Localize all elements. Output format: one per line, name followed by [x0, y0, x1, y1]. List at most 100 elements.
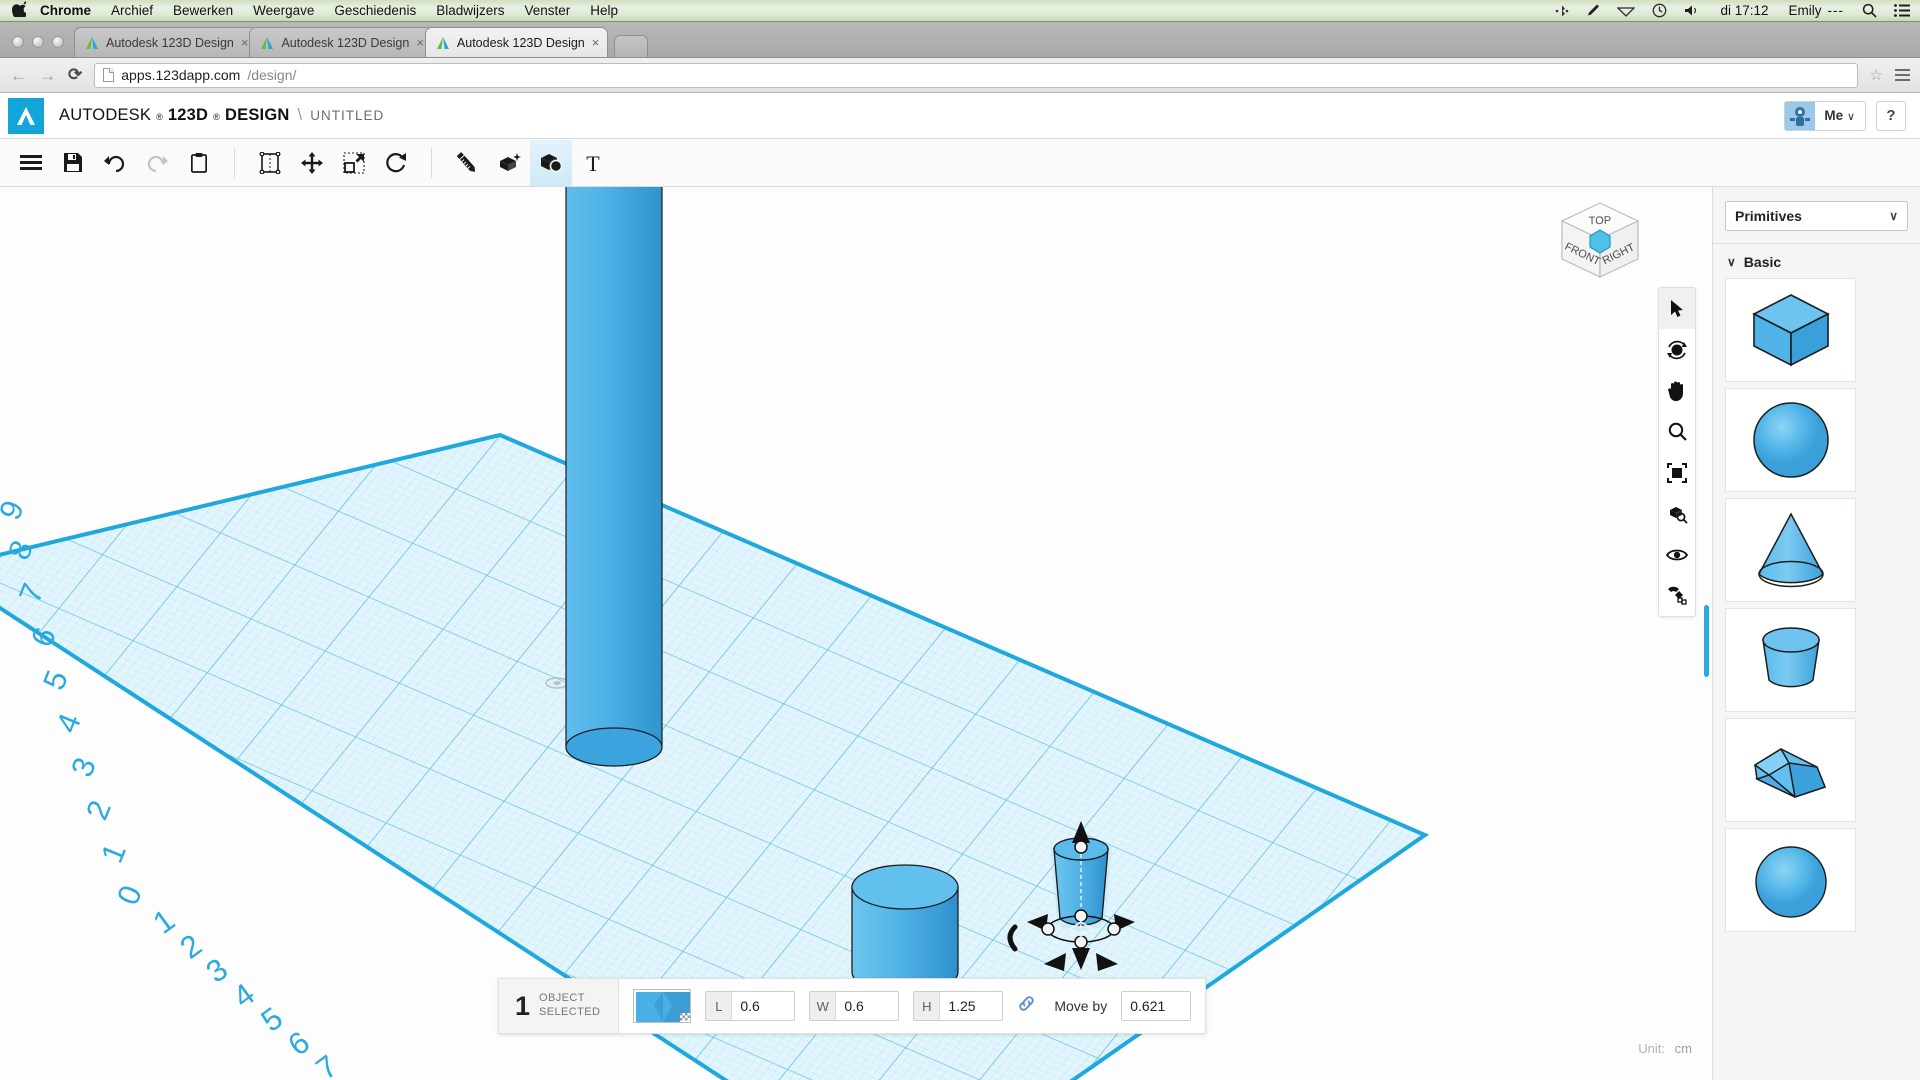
height-value[interactable]: 1.25 — [940, 992, 1002, 1020]
construct-icon[interactable] — [488, 140, 530, 186]
toolbar-separator — [431, 147, 432, 178]
spotlight-search-icon[interactable] — [1862, 3, 1877, 18]
help-button[interactable]: ? — [1876, 100, 1906, 131]
length-label: L — [706, 992, 733, 1020]
viewcube-top-label: TOP — [1589, 215, 1612, 227]
zoom-object-tool[interactable] — [1659, 493, 1695, 534]
width-value[interactable]: 0.6 — [836, 992, 898, 1020]
material-swatch[interactable] — [633, 989, 692, 1023]
pen-icon[interactable] — [1586, 3, 1600, 18]
browser-tab-1-close[interactable]: × — [241, 35, 249, 50]
apple-menu-icon[interactable] — [12, 1, 29, 20]
menu-venster[interactable]: Venster — [524, 3, 570, 18]
window-close-button[interactable] — [12, 36, 24, 48]
macos-user[interactable]: Emily — [1789, 3, 1822, 18]
window-controls[interactable] — [6, 36, 74, 57]
timemachine-icon[interactable] — [1652, 3, 1667, 18]
product-tm: ® — [213, 112, 221, 122]
length-field[interactable]: L 0.6 — [705, 991, 796, 1021]
new-tab-button[interactable] — [614, 35, 649, 57]
canvas-3d-viewport[interactable]: 9 8 7 6 5 4 3 2 1 0 1 2 3 4 5 6 7 8 9 — [0, 187, 1712, 1080]
browser-tab-1-title: Autodesk 123D Design — [106, 35, 234, 50]
window-zoom-button[interactable] — [52, 36, 64, 48]
group-header-basic[interactable]: ∨ Basic — [1713, 244, 1920, 276]
menu-geschiedenis[interactable]: Geschiedenis — [334, 3, 416, 18]
height-label: H — [914, 992, 941, 1020]
browser-tab-3[interactable]: Autodesk 123D Design × — [424, 27, 609, 57]
shape-sphere[interactable] — [1725, 388, 1856, 492]
rotate-icon[interactable] — [375, 140, 417, 186]
wifi-icon[interactable] — [1617, 4, 1636, 17]
move-by-label: Move by — [1054, 998, 1108, 1014]
length-value[interactable]: 0.6 — [732, 992, 794, 1020]
category-dropdown[interactable]: Primitives ∨ — [1725, 201, 1908, 231]
macos-clock[interactable]: di 17:12 — [1720, 3, 1768, 18]
unit-value: cm — [1674, 1041, 1692, 1056]
browser-tab-1[interactable]: Autodesk 123D Design × — [74, 27, 258, 57]
viewport-scrollbar[interactable] — [1704, 605, 1709, 677]
shape-torus[interactable] — [1725, 828, 1856, 932]
primitives-icon[interactable] — [530, 139, 572, 186]
move-by-value[interactable]: 0.621 — [1122, 992, 1190, 1020]
select-transform-icon[interactable] — [249, 140, 291, 186]
volume-icon[interactable] — [1684, 4, 1700, 17]
chevron-down-icon: ∨ — [1889, 209, 1898, 223]
menu-help[interactable]: Help — [590, 3, 618, 18]
main-menu-icon[interactable] — [10, 140, 52, 186]
width-field[interactable]: W 0.6 — [809, 991, 900, 1021]
orbit-tool[interactable] — [1659, 329, 1695, 370]
bluetooth-icon[interactable] — [1555, 4, 1569, 18]
save-icon[interactable] — [52, 140, 94, 186]
link-icon[interactable] — [1017, 994, 1036, 1018]
shape-wedge[interactable] — [1725, 718, 1856, 822]
shape-box[interactable] — [1725, 278, 1856, 382]
browser-tab-2[interactable]: Autodesk 123D Design × — [249, 27, 433, 57]
pan-tool[interactable] — [1659, 370, 1695, 411]
menu-bewerken[interactable]: Bewerken — [173, 3, 233, 18]
visibility-tool[interactable] — [1659, 534, 1695, 575]
sketch-icon[interactable] — [446, 140, 488, 186]
title-separator: \ — [297, 106, 303, 124]
browser-tab-2-close[interactable]: × — [416, 35, 424, 50]
shape-cylinder[interactable] — [1725, 608, 1856, 712]
text-icon[interactable]: T — [572, 140, 614, 186]
move-by-field[interactable]: 0.621 — [1121, 991, 1192, 1021]
redo-icon[interactable] — [136, 140, 178, 186]
move-icon[interactable] — [291, 140, 333, 186]
header-actions: Me ∨ ? — [1784, 100, 1920, 131]
page-info-icon[interactable] — [103, 68, 115, 82]
address-bar[interactable]: apps.123dapp.com/design/ — [94, 62, 1858, 88]
menu-weergave[interactable]: Weergave — [253, 3, 314, 18]
bookmark-star-icon[interactable]: ☆ — [1870, 66, 1883, 84]
brand-tm: ® — [156, 112, 163, 122]
product-name: 123D — [167, 106, 209, 124]
height-field[interactable]: H 1.25 — [913, 991, 1004, 1021]
macos-user-extra: --- — [1827, 3, 1844, 18]
menu-chrome[interactable]: Chrome — [40, 3, 91, 18]
shape-cone[interactable] — [1725, 498, 1856, 602]
svg-text:T: T — [586, 153, 600, 173]
main-toolbar: T — [0, 139, 1920, 187]
selection-count-number: 1 — [515, 990, 531, 1021]
chrome-menu-icon[interactable] — [1895, 69, 1910, 81]
browser-tab-3-close[interactable]: × — [592, 35, 600, 50]
reload-button[interactable]: ⟳ — [68, 65, 82, 85]
paste-icon[interactable] — [178, 140, 220, 186]
scale-icon[interactable] — [333, 140, 375, 186]
menu-bladwijzers[interactable]: Bladwijzers — [436, 3, 504, 18]
menu-archief[interactable]: Archief — [111, 3, 153, 18]
window-minimize-button[interactable] — [32, 36, 44, 48]
notification-list-icon[interactable] — [1894, 4, 1910, 17]
account-button[interactable]: Me ∨ — [1784, 100, 1866, 131]
macos-status-items: di 17:12 Emily --- — [1538, 3, 1920, 18]
fit-tool[interactable] — [1659, 452, 1695, 493]
view-cube[interactable]: TOP FRONT RIGHT — [1554, 197, 1646, 289]
undo-icon[interactable] — [94, 140, 136, 186]
autodesk-favicon — [436, 36, 450, 50]
forward-button[interactable]: → — [39, 67, 56, 84]
back-button[interactable]: ← — [10, 67, 27, 84]
zoom-tool[interactable] — [1659, 411, 1695, 452]
snap-tool[interactable] — [1659, 575, 1695, 616]
select-tool[interactable] — [1659, 288, 1695, 329]
url-host: apps.123dapp.com — [121, 67, 241, 83]
